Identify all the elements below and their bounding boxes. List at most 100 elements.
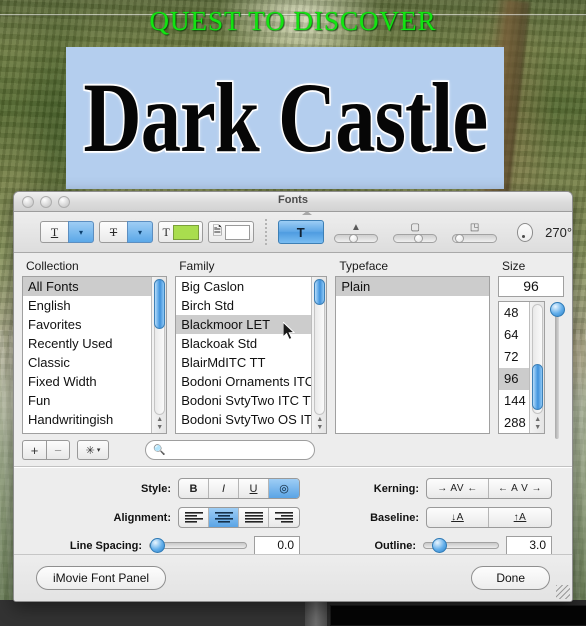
- shadow-blur-slider[interactable]: ▢: [393, 221, 438, 243]
- family-item[interactable]: Big Caslon: [176, 277, 326, 296]
- underline-control[interactable]: T ▾: [40, 221, 94, 243]
- style-underline-button[interactable]: U: [239, 479, 269, 498]
- typeface-rows: Plain: [336, 277, 489, 296]
- baseline-raise-button[interactable]: ↑A: [489, 508, 551, 527]
- family-scrollbar[interactable]: ▲ ▼: [311, 277, 327, 433]
- style-segmented-control[interactable]: B I U ◎: [178, 478, 300, 499]
- strikethrough-menu-button[interactable]: ▾: [127, 221, 153, 243]
- collection-item[interactable]: Handwritingish: [23, 410, 166, 429]
- shadow-opacity-slider[interactable]: ▲: [333, 222, 379, 243]
- align-right-button[interactable]: [269, 508, 299, 527]
- collection-list[interactable]: All Fonts English Favorites Recently Use…: [22, 276, 168, 434]
- collection-item[interactable]: English: [23, 296, 166, 315]
- controls-left-column: Style: B I U ◎ Alignment: Line Spacing: …: [14, 478, 308, 555]
- kerning-segmented-control[interactable]: → AV ← ← A V →: [426, 478, 552, 499]
- family-item[interactable]: Bodoni Ornaments ITC: [176, 372, 326, 391]
- size-input[interactable]: 96: [498, 276, 564, 297]
- add-collection-button[interactable]: +: [22, 440, 46, 460]
- collection-item[interactable]: Favorites: [23, 315, 166, 334]
- collection-item[interactable]: Fixed Width: [23, 372, 166, 391]
- kerning-tighten-button[interactable]: → AV ←: [427, 479, 489, 498]
- align-justify-button[interactable]: [239, 508, 269, 527]
- alignment-segmented-control[interactable]: [178, 507, 300, 528]
- toolbar-separator: [264, 219, 267, 245]
- screen-root: QUEST TO DISCOVER Dark Castle Fonts T ▾ …: [0, 0, 586, 626]
- strikethrough-icon[interactable]: T: [99, 221, 127, 243]
- size-slider-knob[interactable]: [550, 302, 566, 317]
- shadow-blur-icon: ▢: [410, 221, 420, 233]
- timeline-clip[interactable]: [330, 605, 586, 626]
- family-scroll-thumb[interactable]: [314, 279, 326, 305]
- family-item[interactable]: Bodoni SvtyTwo OS ITC: [176, 410, 326, 429]
- baseline-segmented-control[interactable]: ↓A ↑A: [426, 507, 552, 528]
- document-color-button[interactable]: 🗎: [208, 221, 254, 243]
- window-titlebar[interactable]: Fonts: [14, 192, 572, 212]
- underline-icon[interactable]: T: [40, 221, 68, 243]
- align-center-button[interactable]: [209, 508, 239, 527]
- remove-collection-button[interactable]: −: [46, 440, 70, 460]
- size-scroll-thumb[interactable]: [532, 364, 544, 410]
- style-outline-button[interactable]: ◎: [269, 479, 299, 498]
- family-scroll-arrows[interactable]: ▲ ▼: [314, 416, 325, 432]
- imovie-font-panel-button[interactable]: iMovie Font Panel: [36, 566, 167, 590]
- collection-scroll-arrows[interactable]: ▲ ▼: [154, 416, 165, 432]
- align-right-icon: [275, 512, 293, 523]
- shadow-blur-thumb[interactable]: [414, 233, 424, 243]
- outline-value[interactable]: 3.0: [506, 536, 552, 555]
- typeface-item[interactable]: Plain: [336, 277, 489, 296]
- collection-item[interactable]: All Fonts: [23, 277, 167, 296]
- family-item[interactable]: Blackoak Std: [176, 334, 326, 353]
- size-slider[interactable]: [550, 301, 566, 439]
- collection-scrollbar[interactable]: ▲ ▼: [151, 277, 167, 433]
- line-spacing-value[interactable]: 0.0: [254, 536, 300, 555]
- outline-slider[interactable]: [423, 538, 499, 553]
- baseline-label: Baseline:: [370, 511, 419, 524]
- typeface-list[interactable]: Plain: [335, 276, 490, 434]
- line-spacing-slider[interactable]: [149, 538, 247, 553]
- style-italic-button[interactable]: I: [209, 479, 239, 498]
- size-scroll-arrows[interactable]: ▲ ▼: [532, 416, 543, 432]
- baseline-lower-button[interactable]: ↓A: [427, 508, 489, 527]
- size-list[interactable]: 48 64 72 96 144 288 ▲ ▼: [498, 301, 546, 434]
- text-color-swatch[interactable]: [172, 224, 199, 240]
- family-item[interactable]: BlairMdITC TT: [176, 353, 326, 372]
- baseline-row: Baseline: ↓A ↑A: [370, 507, 552, 528]
- underline-menu-button[interactable]: ▾: [68, 221, 94, 243]
- family-item[interactable]: Blackmoor LET: [176, 315, 327, 334]
- gear-icon: ✳: [85, 443, 95, 457]
- size-slider-track[interactable]: [555, 311, 560, 439]
- window-resize-handle[interactable]: [556, 585, 570, 599]
- family-list[interactable]: Big Caslon Birch Std Blackmoor LET Black…: [175, 276, 328, 434]
- align-left-button[interactable]: [179, 508, 209, 527]
- shadow-offset-thumb[interactable]: [455, 233, 465, 243]
- shadow-opacity-thumb[interactable]: [348, 233, 358, 243]
- strikethrough-control[interactable]: T ▾: [99, 221, 153, 243]
- timeline-split-handle[interactable]: [305, 600, 327, 626]
- font-search-field[interactable]: 🔍: [145, 440, 315, 460]
- action-menu-button[interactable]: ✳ ▾: [77, 440, 109, 460]
- shadow-angle-dial[interactable]: [516, 222, 534, 242]
- collection-item[interactable]: Fun: [23, 391, 166, 410]
- search-input[interactable]: [169, 444, 300, 456]
- text-shadow-toggle[interactable]: T: [277, 220, 324, 244]
- collection-item[interactable]: Recently Used: [23, 334, 166, 353]
- family-item[interactable]: Birch Std: [176, 296, 326, 315]
- collection-scroll-thumb[interactable]: [154, 279, 166, 329]
- shadow-blur-track[interactable]: [393, 233, 438, 243]
- shadow-offset-slider[interactable]: ◳: [452, 222, 497, 243]
- kerning-loosen-button[interactable]: ← A V →: [489, 479, 551, 498]
- family-item[interactable]: Bodoni SvtyTwo ITC TT: [176, 391, 326, 410]
- line-spacing-row: Line Spacing: 0.0: [70, 536, 300, 555]
- size-scrollbar[interactable]: ▲ ▼: [529, 302, 545, 433]
- style-row: Style: B I U ◎: [141, 478, 300, 499]
- outline-knob[interactable]: [432, 538, 447, 553]
- line-spacing-knob[interactable]: [150, 538, 165, 553]
- collection-item[interactable]: Classic: [23, 353, 166, 372]
- text-color-button[interactable]: T: [158, 221, 204, 243]
- done-button[interactable]: Done: [471, 566, 550, 590]
- shadow-offset-track[interactable]: [452, 233, 497, 243]
- shadow-opacity-track[interactable]: [333, 233, 379, 243]
- title-text-box[interactable]: Dark Castle: [66, 47, 504, 189]
- document-color-swatch[interactable]: [225, 224, 250, 240]
- style-bold-button[interactable]: B: [179, 479, 209, 498]
